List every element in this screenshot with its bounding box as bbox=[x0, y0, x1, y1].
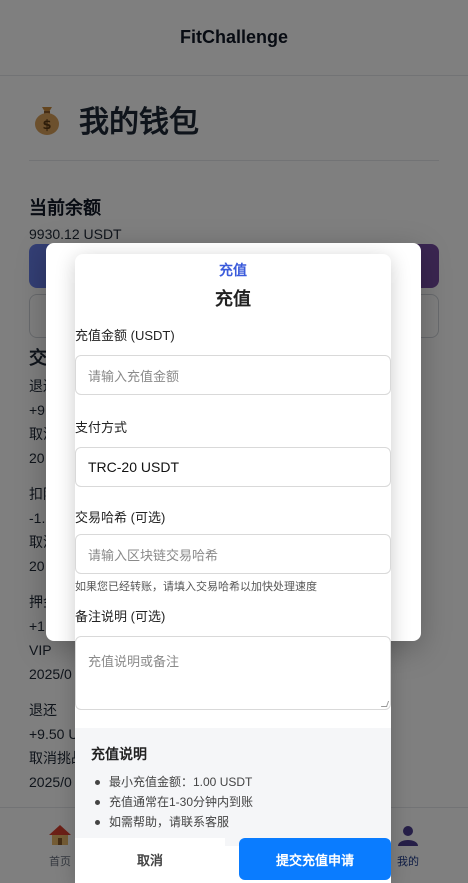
amount-input[interactable]: 请输入充值金额 bbox=[75, 355, 391, 395]
resize-grip-icon[interactable] bbox=[380, 701, 390, 707]
notice-title: 充值说明 bbox=[91, 746, 147, 762]
note-label: 备注说明 (可选) bbox=[75, 609, 166, 624]
notice-item: 充值通常在1-30分钟内到账 bbox=[91, 792, 375, 812]
amount-label: 充值金额 (USDT) bbox=[75, 328, 175, 343]
tx-hash-label: 交易哈希 (可选) bbox=[75, 510, 166, 525]
note-placeholder: 充值说明或备注 bbox=[88, 654, 180, 669]
note-textarea[interactable]: 充值说明或备注 bbox=[75, 636, 391, 710]
payment-method-select[interactable]: TRC-20 USDT bbox=[75, 447, 391, 487]
tx-hash-placeholder: 请输入区块链交易哈希 bbox=[88, 547, 219, 563]
tx-hash-hint: 如果您已经转账，请填入交易哈希以加快处理速度 bbox=[75, 581, 317, 593]
modal-actions: 取消 提交充值申请 bbox=[75, 838, 391, 883]
notice-list: 最小充值金额：1.00 USDT 充值通常在1-30分钟内到账 如需帮助，请联系… bbox=[91, 772, 375, 832]
submit-recharge-button[interactable]: 提交充值申请 bbox=[239, 838, 391, 880]
recharge-modal: 充值 充值 充值金额 (USDT) 请输入充值金额 支付方式 TRC-20 US… bbox=[75, 254, 391, 883]
modal-title: 充值 bbox=[215, 289, 251, 309]
amount-placeholder: 请输入充值金额 bbox=[88, 368, 180, 384]
recharge-notice: 充值说明 最小充值金额：1.00 USDT 充值通常在1-30分钟内到账 如需帮… bbox=[75, 728, 391, 846]
cancel-button[interactable]: 取消 bbox=[75, 838, 225, 880]
modal-tab-recharge[interactable]: 充值 bbox=[75, 260, 391, 278]
payment-method-value: TRC-20 USDT bbox=[88, 459, 180, 475]
notice-item: 如需帮助，请联系客服 bbox=[91, 812, 375, 832]
tx-hash-input[interactable]: 请输入区块链交易哈希 bbox=[75, 534, 391, 574]
payment-method-label: 支付方式 bbox=[75, 420, 128, 435]
notice-item: 最小充值金额：1.00 USDT bbox=[91, 772, 375, 792]
